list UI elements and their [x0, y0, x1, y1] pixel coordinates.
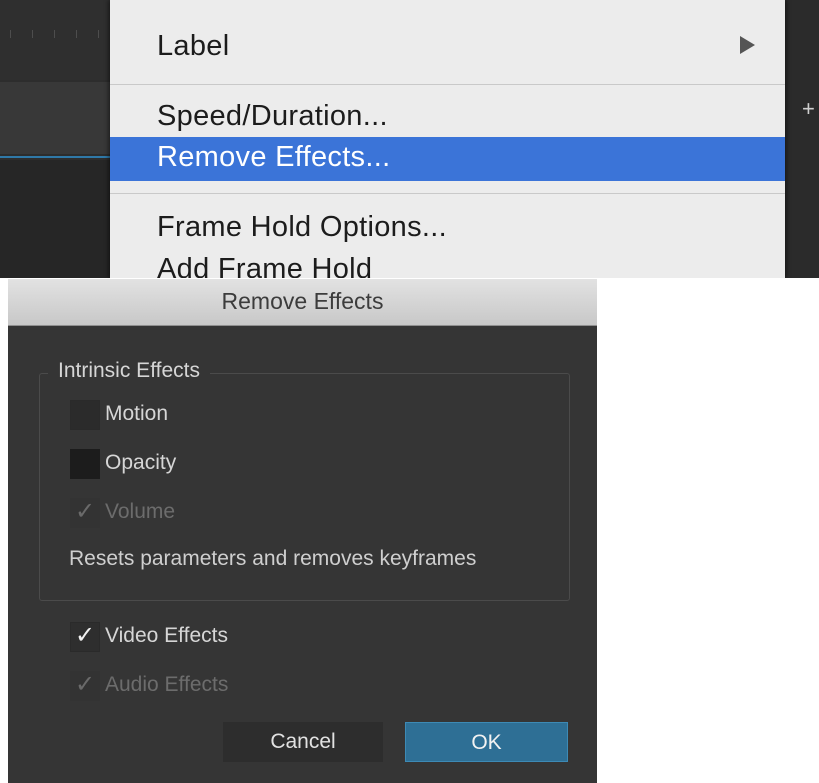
timeline-right-edge: [784, 0, 819, 278]
menu-separator: [110, 193, 785, 194]
checkmark-icon: ✓: [75, 622, 96, 649]
opacity-checkbox[interactable]: [70, 449, 100, 479]
volume-label: Volume: [105, 500, 176, 523]
menu-item-remove-effects[interactable]: Remove Effects...: [110, 137, 785, 181]
menu-item-text: Add Frame Hold: [157, 253, 373, 278]
ruler-ticks: [10, 30, 105, 38]
motion-label: Motion: [105, 402, 169, 425]
dialog-title: Remove Effects: [221, 288, 384, 314]
menu-separator: [110, 84, 785, 85]
cancel-button[interactable]: Cancel: [223, 722, 383, 762]
checkmark-icon: ✓: [75, 671, 96, 698]
menu-item-label[interactable]: Label: [110, 24, 785, 68]
menu-item-text: Label: [157, 30, 230, 62]
video-effects-checkbox[interactable]: ✓: [70, 622, 100, 652]
opacity-label: Opacity: [105, 451, 177, 474]
menu-item-text: Speed/Duration...: [157, 100, 388, 132]
audio-effects-checkbox: ✓: [70, 671, 100, 701]
ok-button[interactable]: OK: [405, 722, 568, 762]
motion-checkbox[interactable]: [70, 400, 100, 430]
intrinsic-description: Resets parameters and removes keyframes: [69, 547, 477, 570]
remove-effects-dialog: Remove Effects Intrinsic Effects Motion …: [8, 279, 597, 783]
group-label: Intrinsic Effects: [48, 359, 210, 383]
video-effects-label: Video Effects: [105, 624, 228, 647]
menu-item-speed-duration[interactable]: Speed/Duration...: [110, 94, 785, 138]
timeline-context-area: + Label Speed/Duration... Remove Effects…: [0, 0, 819, 278]
submenu-arrow-icon: [740, 36, 755, 54]
volume-checkbox: ✓: [70, 498, 100, 528]
checkmark-icon: ✓: [75, 498, 96, 525]
menu-item-frame-hold-options[interactable]: Frame Hold Options...: [110, 205, 785, 249]
menu-item-text: Remove Effects...: [157, 141, 391, 173]
add-icon[interactable]: +: [802, 96, 815, 122]
menu-item-add-frame-hold[interactable]: Add Frame Hold: [110, 247, 785, 278]
audio-effects-label: Audio Effects: [105, 673, 229, 696]
context-menu: Label Speed/Duration... Remove Effects..…: [110, 0, 785, 278]
dialog-title-bar: Remove Effects: [8, 279, 597, 326]
menu-item-text: Frame Hold Options...: [157, 211, 447, 243]
